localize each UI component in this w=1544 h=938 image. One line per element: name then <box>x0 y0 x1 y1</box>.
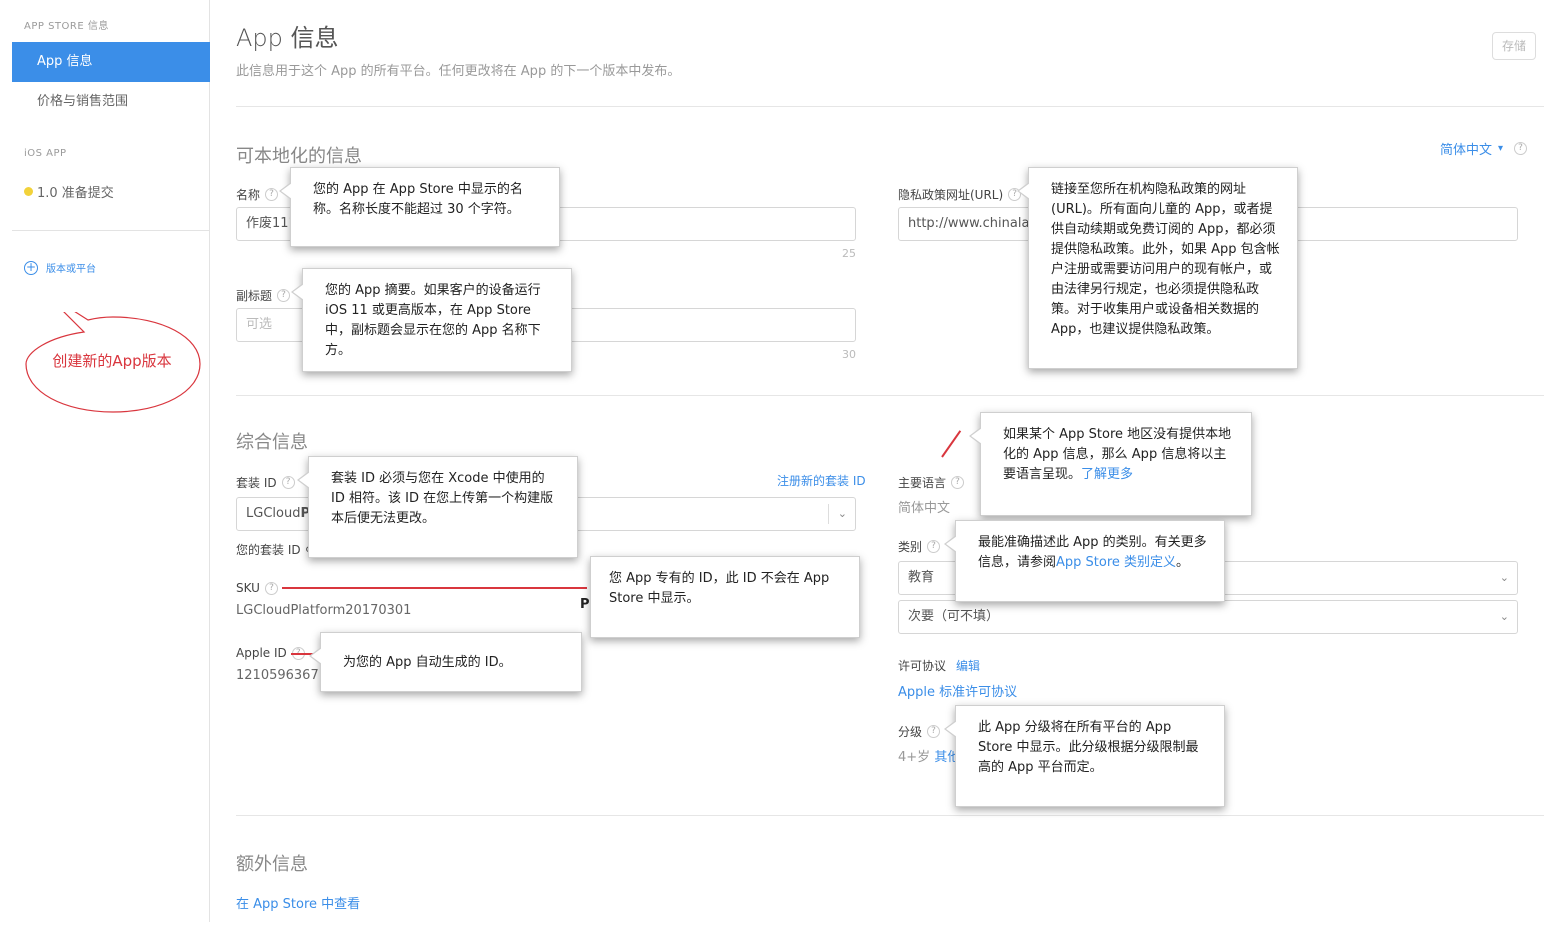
subtitle-label-text: 副标题 <box>236 289 273 303</box>
select-divider <box>828 504 829 524</box>
tooltip-apple-id: 为您的 App 自动生成的 ID。 <box>309 632 582 692</box>
annotation-text: 创建新的App版本 <box>52 352 172 370</box>
sku-label: SKU? <box>236 581 278 595</box>
save-button[interactable]: 存储 <box>1492 32 1536 60</box>
name-char-counter: 25 <box>842 247 856 260</box>
sidebar-section-heading: APP STORE 信息 <box>24 21 109 32</box>
chevron-down-icon: ⌄ <box>1499 571 1509 584</box>
plus-circle-icon: + <box>24 259 38 275</box>
primary-language-label: 主要语言? <box>898 474 965 491</box>
learn-more-link[interactable]: 了解更多 <box>1081 467 1133 482</box>
tooltip-bundle-id: 套装 ID 必须与您在 Xcode 中使用的 ID 相符。该 ID 在您上传第一… <box>297 456 578 558</box>
rating-label-text: 分级 <box>898 725 923 739</box>
subtitle-char-counter: 30 <box>842 348 856 361</box>
page-subtitle: 此信息用于这个 App 的所有平台。任何更改将在 App 的下一个版本中发布。 <box>236 64 681 79</box>
divider <box>236 815 1544 816</box>
sidebar: APP STORE 信息 App 信息 价格与销售范围 iOS APP 1.0 … <box>0 0 210 922</box>
sidebar-divider <box>12 230 210 231</box>
tooltip-rating: 此 App 分级将在所有平台的 App Store 中显示。此分级根据分级限制最… <box>944 705 1225 807</box>
section-title-localizable: 可本地化的信息 <box>236 146 362 167</box>
tooltip-sku: 您 App 专有的 ID，此 ID 不会在 App Store 中显示。 <box>590 556 860 638</box>
privacy-label: 隐私政策网址(URL)? <box>898 186 1022 203</box>
license-label: 许可协议 编辑 <box>898 657 980 674</box>
chevron-down-icon: ▾ <box>1498 143 1504 154</box>
privacy-label-text: 隐私政策网址(URL) <box>898 188 1004 202</box>
name-label: 名称? <box>236 186 279 203</box>
sidebar-item-version[interactable]: 1.0 准备提交 <box>24 182 114 201</box>
sku-value: LGCloudPlatform20170301 <box>236 603 412 618</box>
category-label-text: 类别 <box>898 540 923 554</box>
secondary-category-value: 次要（可不填） <box>908 609 1000 624</box>
help-icon[interactable]: ? <box>277 289 291 302</box>
tooltip-name: 您的 App 在 App Store 中显示的名称。名称长度不能超过 30 个字… <box>279 167 560 247</box>
subtitle-label: 副标题? <box>236 287 291 304</box>
help-icon[interactable]: ? <box>951 476 965 489</box>
sidebar-item-pricing[interactable]: 价格与销售范围 <box>12 82 210 122</box>
primary-category-value: 教育 <box>908 570 935 585</box>
license-agreement-link[interactable]: Apple 标准许可协议 <box>898 681 1017 700</box>
add-version-label: 版本或平台 <box>46 264 96 275</box>
status-dot-icon <box>24 187 33 196</box>
apple-id-label-text: Apple ID <box>236 646 287 660</box>
category-definitions-link[interactable]: App Store 类别定义 <box>1056 555 1176 570</box>
your-bundle-id-label: 您的套装 IDc <box>236 541 311 558</box>
primary-language-value: 简体中文 <box>898 501 951 516</box>
divider <box>236 106 1544 107</box>
language-select[interactable]: 简体中文 ▾ ? <box>1440 139 1528 158</box>
tooltip-category: 最能准确描述此 App 的类别。有关更多信息，请参阅App Store 类别定义… <box>944 520 1225 602</box>
divider <box>236 395 1544 396</box>
page-title: App 信息 <box>236 24 339 52</box>
secondary-category-select[interactable]: 次要（可不填） ⌄ <box>898 600 1518 634</box>
section-title-general: 综合信息 <box>236 432 308 453</box>
section-title-additional: 额外信息 <box>236 854 308 875</box>
annotation-line <box>941 430 962 458</box>
bundle-id-label: 套装 ID? <box>236 474 295 491</box>
tooltip-primary-language: 如果某个 App Store 地区没有提供本地化的 App 信息，那么 App … <box>969 412 1252 516</box>
tooltip-privacy: 链接至您所在机构隐私政策的网址(URL)。所有面向儿童的 App，或者提供自动续… <box>1017 167 1298 369</box>
primary-language-label-text: 主要语言 <box>898 476 947 490</box>
sidebar-section-heading-ios: iOS APP <box>24 148 67 159</box>
your-bundle-id-label-text: 您的套装 ID <box>236 543 301 557</box>
license-label-text: 许可协议 <box>898 659 947 673</box>
license-edit-link[interactable]: 编辑 <box>956 657 980 674</box>
bundle-id-value: LGCloud <box>246 506 301 521</box>
register-bundle-id-link[interactable]: 注册新的套装 ID <box>777 472 866 489</box>
chevron-down-icon: ⌄ <box>837 507 847 520</box>
view-in-app-store-link[interactable]: 在 App Store 中查看 <box>236 893 360 912</box>
tooltip-category-end: 。 <box>1176 555 1190 570</box>
help-icon[interactable]: ? <box>281 476 295 489</box>
language-select-label: 简体中文 <box>1440 143 1493 158</box>
add-version-button[interactable]: + 版本或平台 <box>24 260 96 275</box>
help-icon[interactable]: ? <box>265 188 279 201</box>
help-icon[interactable]: ? <box>927 725 941 738</box>
annotation-line <box>282 587 587 589</box>
sidebar-item-app-info[interactable]: App 信息 <box>12 42 210 82</box>
category-label: 类别? <box>898 538 941 555</box>
chevron-down-icon: ⌄ <box>1499 610 1509 623</box>
apple-id-value: 1210596367 <box>236 668 319 683</box>
version-label: 1.0 准备提交 <box>37 186 114 201</box>
sku-value-tail: P <box>580 597 590 612</box>
help-icon[interactable]: ? <box>1514 142 1528 155</box>
bundle-id-label-text: 套装 ID <box>236 476 277 490</box>
subtitle-placeholder: 可选 <box>246 317 273 332</box>
rating-value-text: 4+岁 <box>898 750 931 765</box>
sku-label-text: SKU <box>236 581 260 595</box>
rating-value: 4+岁 其他 <box>898 746 960 765</box>
privacy-url-value: http://www.chinalan <box>908 216 1038 231</box>
help-icon[interactable]: ? <box>927 540 941 553</box>
help-icon[interactable]: ? <box>264 581 278 595</box>
rating-label: 分级? <box>898 723 941 740</box>
tooltip-subtitle: 您的 App 摘要。如果客户的设备运行 iOS 11 或更高版本，在 App S… <box>291 268 572 372</box>
name-label-text: 名称 <box>236 188 261 202</box>
